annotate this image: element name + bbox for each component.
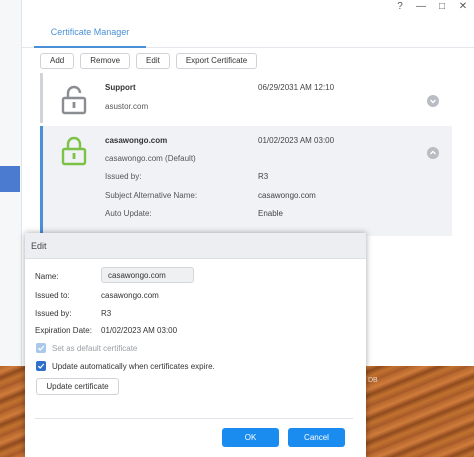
chevron-down-icon[interactable]	[427, 95, 439, 107]
dialog-divider	[35, 418, 353, 419]
remove-button[interactable]: Remove	[80, 53, 131, 69]
issued-by-value: R3	[101, 309, 112, 318]
detail-label-issued-by: Issued by:	[105, 172, 142, 181]
certificate-domain: asustor.com	[105, 102, 149, 111]
auto-update-checkbox[interactable]	[36, 361, 46, 371]
certificate-row-support[interactable]: Support asustor.com 06/29/2031 AM 12:10	[40, 73, 452, 123]
wallpaper-text: DB	[368, 377, 378, 384]
name-label: Name:	[35, 272, 59, 281]
add-button[interactable]: Add	[40, 53, 75, 69]
locked-padlock-icon	[61, 136, 87, 166]
set-default-checkbox	[36, 343, 46, 353]
tab-bar: Certificate Manager	[22, 18, 474, 48]
checkmark-icon	[37, 363, 45, 369]
window-controls: ? — □ ✕	[395, 0, 468, 14]
edit-dialog: Edit Name: Issued to: casawongo.com Issu…	[25, 233, 366, 457]
auto-update-label[interactable]: Update automatically when certificates e…	[52, 362, 215, 371]
maximize-icon[interactable]: □	[437, 2, 447, 12]
edit-button[interactable]: Edit	[136, 53, 170, 69]
certificate-expiry-date: 06/29/2031 AM 12:10	[258, 83, 335, 92]
detail-label-san: Subject Alternative Name:	[105, 191, 198, 200]
close-icon[interactable]: ✕	[458, 2, 468, 12]
cancel-button[interactable]: Cancel	[288, 428, 345, 447]
certificate-row-casawongo[interactable]: casawongo.com casawongo.com (Default) 01…	[40, 126, 452, 236]
issued-by-label: Issued by:	[35, 309, 72, 318]
toolbar: Add Remove Edit Export Certificate	[40, 53, 258, 69]
background-app-selected-item	[0, 166, 20, 192]
set-default-label: Set as default certificate	[52, 344, 138, 353]
chevron-up-icon[interactable]	[427, 147, 439, 159]
issued-to-label: Issued to:	[35, 291, 70, 300]
minimize-icon[interactable]: —	[416, 2, 426, 12]
detail-label-auto-update: Auto Update:	[105, 209, 152, 218]
expiration-date-value: 01/02/2023 AM 03:00	[101, 326, 178, 335]
certificate-domain: casawongo.com (Default)	[105, 154, 196, 163]
detail-value-auto-update: Enable	[258, 209, 283, 218]
issued-to-value: casawongo.com	[101, 291, 159, 300]
help-icon[interactable]: ?	[395, 2, 405, 12]
certificate-name: casawongo.com	[105, 136, 168, 145]
detail-value-san: casawongo.com	[258, 191, 316, 200]
name-field[interactable]	[101, 267, 194, 283]
checkmark-icon	[37, 345, 45, 351]
export-certificate-button[interactable]: Export Certificate	[175, 53, 258, 69]
update-certificate-button[interactable]: Update certificate	[36, 378, 119, 395]
certificate-name: Support	[105, 83, 136, 92]
tab-certificate-manager[interactable]: Certificate Manager	[34, 18, 146, 48]
certificate-expiry-date: 01/02/2023 AM 03:00	[258, 136, 335, 145]
expiration-date-label: Expiration Date:	[35, 326, 92, 335]
ok-button[interactable]: OK	[222, 428, 279, 447]
unlocked-padlock-icon	[61, 85, 87, 115]
detail-value-issued-by: R3	[258, 172, 269, 181]
background-app-sidebar	[0, 0, 22, 370]
dialog-title: Edit	[25, 233, 366, 259]
